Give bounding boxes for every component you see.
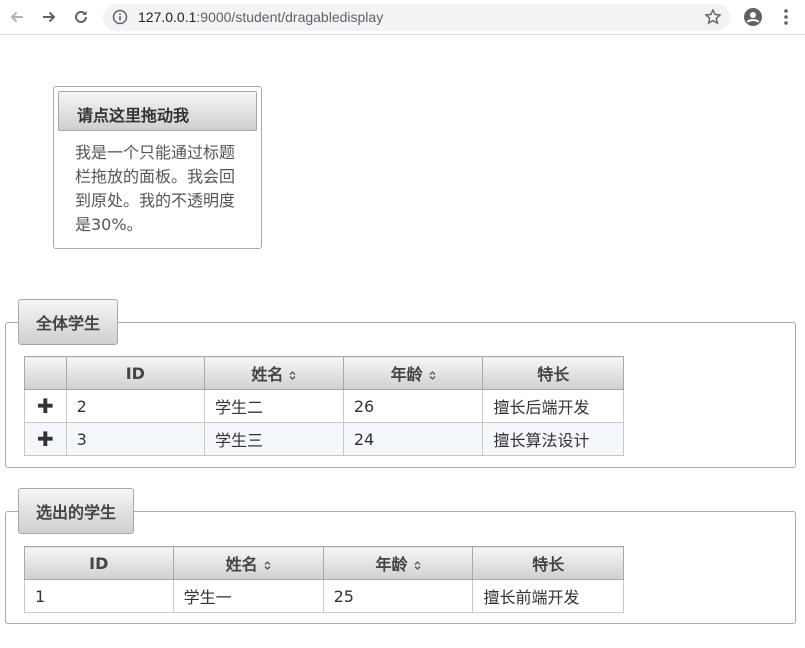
url-text: 127.0.0.1:9000/student/dragabledisplay xyxy=(138,9,383,26)
cell-skill: 擅长后端开发 xyxy=(482,389,624,423)
draggable-panel-titlebar[interactable]: 请点这里拖动我 xyxy=(58,91,257,131)
col-skill-header: 特长 xyxy=(482,356,624,390)
forward-arrow-icon[interactable] xyxy=(38,6,60,28)
cell-id: 1 xyxy=(24,579,174,613)
draggable-panel-text: 我是一个只能通过标题栏拖放的面板。我会回到原处。我的不透明度是30%。 xyxy=(75,143,236,234)
cell-skill: 擅长前端开发 xyxy=(472,579,624,613)
cell-name: 学生二 xyxy=(203,389,344,423)
col-name-header[interactable]: 姓名 xyxy=(172,546,324,580)
table-row[interactable]: 1 学生一 25 擅长前端开发 xyxy=(24,579,624,613)
sort-icon[interactable] xyxy=(414,560,421,571)
col-id-label: ID xyxy=(89,553,109,573)
info-icon[interactable] xyxy=(112,9,128,25)
cell-id: 2 xyxy=(65,389,205,423)
draggable-panel-title: 请点这里拖动我 xyxy=(77,106,190,125)
all-students-table: ID 姓名 年龄 特长 ✚ 2 学生二 26 擅长后端开发 ✚ 3 学生三 24… xyxy=(24,356,624,456)
cell-name: 学生一 xyxy=(172,579,324,613)
bookmark-star-icon[interactable] xyxy=(704,8,722,26)
col-name-label: 姓名 xyxy=(225,555,258,574)
more-menu-icon[interactable] xyxy=(775,6,797,28)
table-row[interactable]: ✚ 2 学生二 26 擅长后端开发 xyxy=(24,389,624,423)
sort-icon[interactable] xyxy=(264,560,271,571)
sort-icon[interactable] xyxy=(429,370,436,381)
expand-row-plus-icon[interactable]: ✚ xyxy=(24,389,67,423)
col-age-label: 年龄 xyxy=(375,555,408,574)
col-skill-label: 特长 xyxy=(532,555,565,574)
selected-students-legend: 选出的学生 xyxy=(18,488,135,534)
all-students-legend: 全体学生 xyxy=(18,299,119,345)
col-id-header: ID xyxy=(65,356,205,390)
back-arrow-icon[interactable] xyxy=(6,6,28,28)
url-host: 127.0.0.1 xyxy=(138,9,197,25)
selected-students-table: ID 姓名 年龄 特长 1 学生一 25 擅长前端开发 xyxy=(24,546,624,613)
cell-name: 学生三 xyxy=(203,422,344,456)
address-bar[interactable]: 127.0.0.1:9000/student/dragabledisplay xyxy=(103,4,730,31)
cell-age: 26 xyxy=(342,389,484,423)
col-name-header[interactable]: 姓名 xyxy=(203,356,344,390)
col-expand-header xyxy=(24,356,67,390)
reload-icon[interactable] xyxy=(70,6,92,28)
account-icon[interactable] xyxy=(742,6,764,28)
col-id-label: ID xyxy=(125,363,145,383)
expand-row-plus-icon[interactable]: ✚ xyxy=(24,422,67,456)
table-row[interactable]: ✚ 3 学生三 24 擅长算法设计 xyxy=(24,422,624,456)
col-age-header[interactable]: 年龄 xyxy=(322,546,474,580)
cell-id: 3 xyxy=(65,422,205,456)
col-skill-header: 特长 xyxy=(472,546,624,580)
cell-skill: 擅长算法设计 xyxy=(482,422,624,456)
cell-age: 25 xyxy=(322,579,474,613)
draggable-panel[interactable]: 请点这里拖动我 我是一个只能通过标题栏拖放的面板。我会回到原处。我的不透明度是3… xyxy=(53,86,262,249)
url-path: :9000/student/dragabledisplay xyxy=(196,9,384,25)
col-age-header[interactable]: 年龄 xyxy=(342,356,484,390)
col-name-label: 姓名 xyxy=(251,365,284,384)
cell-age: 24 xyxy=(342,422,484,456)
sort-icon[interactable] xyxy=(289,370,296,381)
col-skill-label: 特长 xyxy=(537,365,570,384)
col-age-label: 年龄 xyxy=(390,365,423,384)
col-id-header: ID xyxy=(24,546,174,580)
browser-toolbar: 127.0.0.1:9000/student/dragabledisplay xyxy=(0,0,805,35)
